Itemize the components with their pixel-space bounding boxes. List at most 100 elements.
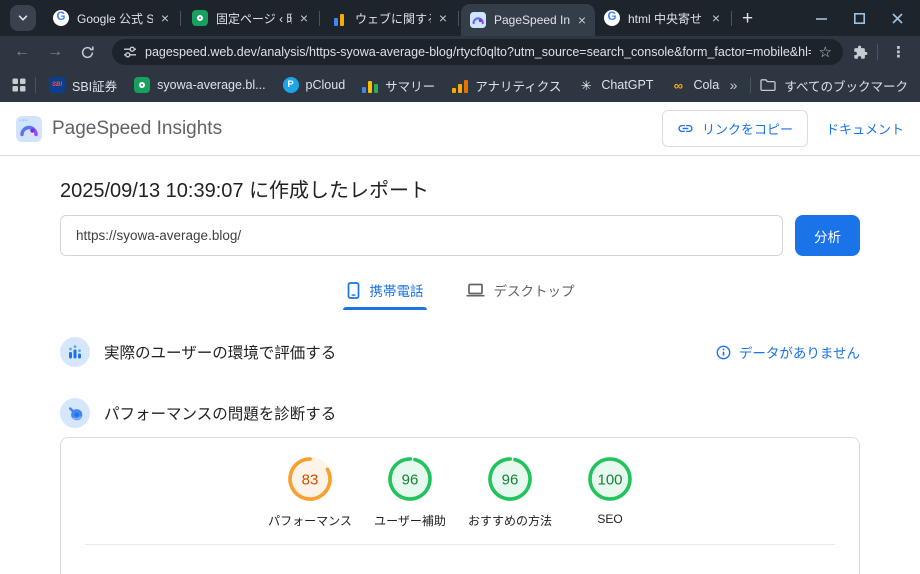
star-icon[interactable]: ☆ bbox=[819, 45, 832, 60]
tabs-container: GGoogle 公式 SEO×固定ページ ‹ 昭和×ウェブに関する主×PageS… bbox=[44, 0, 734, 36]
all-bookmarks-label: すべてのブックマーク bbox=[784, 79, 908, 94]
bookmark-item[interactable]: アナリティクス bbox=[452, 76, 561, 95]
puzzle-icon[interactable] bbox=[853, 45, 868, 60]
field-section-title: 実際のユーザーの環境で評価する bbox=[104, 345, 337, 362]
bookmark-item[interactable]: ✳ ChatGPT bbox=[578, 77, 654, 93]
tab-title: ウェブに関する主 bbox=[355, 11, 431, 26]
tune-icon[interactable] bbox=[123, 45, 137, 59]
tab-close-icon[interactable]: × bbox=[300, 11, 308, 25]
tab-separator bbox=[458, 10, 459, 26]
copy-link-label: リンクをコピー bbox=[701, 122, 793, 137]
browser-tab[interactable]: Ghtml 中央寄せ - Go × bbox=[595, 0, 729, 36]
device-tab-desktop[interactable]: デスクトップ bbox=[463, 275, 578, 310]
site-favicon bbox=[134, 77, 151, 93]
phone-icon bbox=[347, 281, 359, 299]
reload-button[interactable] bbox=[80, 45, 95, 60]
back-button[interactable]: ← bbox=[14, 44, 30, 60]
address-bar[interactable]: pagespeed.web.dev/analysis/https-syowa-a… bbox=[112, 39, 843, 65]
browser-tab[interactable]: G Google 公式 SEO × bbox=[44, 0, 178, 36]
pcloud-favicon: P bbox=[282, 77, 299, 93]
docs-link[interactable]: ドキュメント bbox=[826, 119, 904, 138]
browser-window: GGoogle 公式 SEO×固定ページ ‹ 昭和×ウェブに関する主×PageS… bbox=[0, 0, 920, 574]
score-label: パフォーマンス bbox=[268, 514, 352, 528]
bookmarks-divider-2 bbox=[750, 77, 752, 93]
browser-tab[interactable]: ウェブに関する主 × bbox=[322, 0, 456, 36]
url-text: pagespeed.web.dev/analysis/https-syowa-a… bbox=[145, 45, 811, 59]
google-favicon: G bbox=[53, 10, 69, 26]
score-label: おすすめの方法 bbox=[467, 514, 552, 528]
score-gauge[interactable]: 96 おすすめの方法 bbox=[460, 455, 560, 529]
tab-strip: GGoogle 公式 SEO×固定ページ ‹ 昭和×ウェブに関する主×PageS… bbox=[0, 0, 920, 36]
folder-icon bbox=[760, 78, 777, 92]
score-gauge[interactable]: 96 ユーザー補助 bbox=[360, 455, 460, 529]
bookmarks-divider bbox=[35, 77, 36, 93]
tab-search-button[interactable] bbox=[10, 5, 36, 31]
score-gauge[interactable]: 83 パフォーマンス bbox=[260, 455, 360, 529]
site-favicon bbox=[192, 10, 208, 26]
gauge-ring: 96 bbox=[488, 457, 532, 501]
no-data-indicator[interactable]: データがありません bbox=[716, 342, 860, 362]
bookmarks-overflow-chevron[interactable]: » bbox=[730, 77, 738, 93]
tab-close-icon[interactable]: × bbox=[439, 11, 447, 25]
lab-report-card: 83 パフォーマンス 96 ユーザー補助 96 おすすめの方法 100 SEO bbox=[60, 437, 860, 574]
tab-title: PageSpeed Insights bbox=[494, 13, 570, 27]
score-gauges: 83 パフォーマンス 96 ユーザー補助 96 おすすめの方法 100 SEO bbox=[61, 438, 859, 529]
info-icon bbox=[716, 345, 731, 360]
tab-title: html 中央寄せ - Go bbox=[628, 11, 704, 26]
tab-title: Google 公式 SEO bbox=[77, 11, 153, 26]
main-content: 2025/09/13 10:39:07 に作成したレポート 分析 携帯電話 デスク… bbox=[0, 157, 920, 574]
analyze-button[interactable]: 分析 bbox=[795, 215, 860, 256]
pagespeed-favicon bbox=[470, 12, 486, 28]
gauge-ring: 100 bbox=[588, 457, 632, 501]
reload-icon bbox=[81, 46, 94, 58]
analyze-url-input[interactable] bbox=[60, 215, 783, 256]
diagnose-section: パフォーマンスの問題を診断する bbox=[60, 398, 860, 428]
tab-close-icon[interactable]: × bbox=[161, 11, 169, 25]
tab-close-icon[interactable]: × bbox=[578, 13, 586, 27]
window-close-button[interactable] bbox=[891, 12, 904, 25]
google-favicon: G bbox=[604, 10, 620, 26]
bookmark-label: syowa-average.bl... bbox=[157, 78, 266, 92]
window-maximize-button[interactable] bbox=[853, 12, 866, 25]
window-controls bbox=[815, 12, 920, 25]
sbi-favicon: SBI bbox=[49, 77, 65, 93]
gauge-ring: 96 bbox=[388, 457, 432, 501]
apps-grid-icon[interactable] bbox=[12, 78, 26, 92]
device-tab-label: 携帯電話 bbox=[369, 284, 424, 299]
gauge-ring: 83 bbox=[288, 457, 332, 501]
score-label: ユーザー補助 bbox=[374, 514, 446, 528]
bookmark-item[interactable]: syowa-average.bl... bbox=[134, 77, 266, 93]
bookmark-item[interactable]: PpCloud bbox=[282, 77, 346, 93]
bookmark-label: アナリティクス bbox=[475, 79, 562, 94]
bookmark-item[interactable]: SBI SBI証券 bbox=[49, 76, 117, 95]
tab-close-icon[interactable]: × bbox=[712, 11, 720, 25]
tab-separator bbox=[180, 10, 181, 26]
bookmark-item[interactable]: ∞ Colaboratory bbox=[670, 77, 720, 93]
bookmark-label: pCloud bbox=[305, 78, 346, 92]
window-minimize-button[interactable] bbox=[815, 12, 828, 25]
svg-text:100: 100 bbox=[597, 472, 622, 489]
device-tab-mobile[interactable]: 携帯電話 bbox=[342, 275, 427, 310]
search-console-favicon bbox=[331, 10, 347, 26]
field-data-icon bbox=[60, 337, 90, 367]
svg-text:96: 96 bbox=[402, 472, 419, 489]
browser-tab[interactable]: PageSpeed Insights × bbox=[461, 4, 595, 36]
laptop-icon bbox=[466, 283, 484, 297]
toolbar-divider bbox=[877, 44, 878, 60]
score-label: SEO bbox=[597, 512, 623, 526]
new-tab-button[interactable]: + bbox=[742, 9, 753, 28]
bookmarks-bar: SBI SBI証券 syowa-average.bl... PpCloud サマリー アナ… bbox=[0, 68, 920, 102]
browser-tab[interactable]: 固定ページ ‹ 昭和 × bbox=[183, 0, 317, 36]
forward-button[interactable]: → bbox=[47, 44, 63, 60]
card-divider bbox=[85, 544, 835, 545]
bookmark-item[interactable]: サマリー bbox=[362, 76, 435, 95]
kebab-menu-icon[interactable]: ⋮ bbox=[887, 43, 910, 61]
device-tabs: 携帯電話 デスクトップ bbox=[60, 275, 860, 310]
copy-link-button[interactable]: リンクをコピー bbox=[661, 110, 808, 147]
field-data-section: 実際のユーザーの環境で評価する データがありません bbox=[60, 337, 860, 367]
bookmark-label: SBI証券 bbox=[72, 79, 118, 94]
score-gauge[interactable]: 100 SEO bbox=[560, 455, 660, 529]
tab-title: 固定ページ ‹ 昭和 bbox=[216, 11, 292, 26]
chatgpt-favicon: ✳ bbox=[580, 77, 592, 93]
all-bookmarks-button[interactable]: すべてのブックマーク bbox=[760, 76, 908, 95]
